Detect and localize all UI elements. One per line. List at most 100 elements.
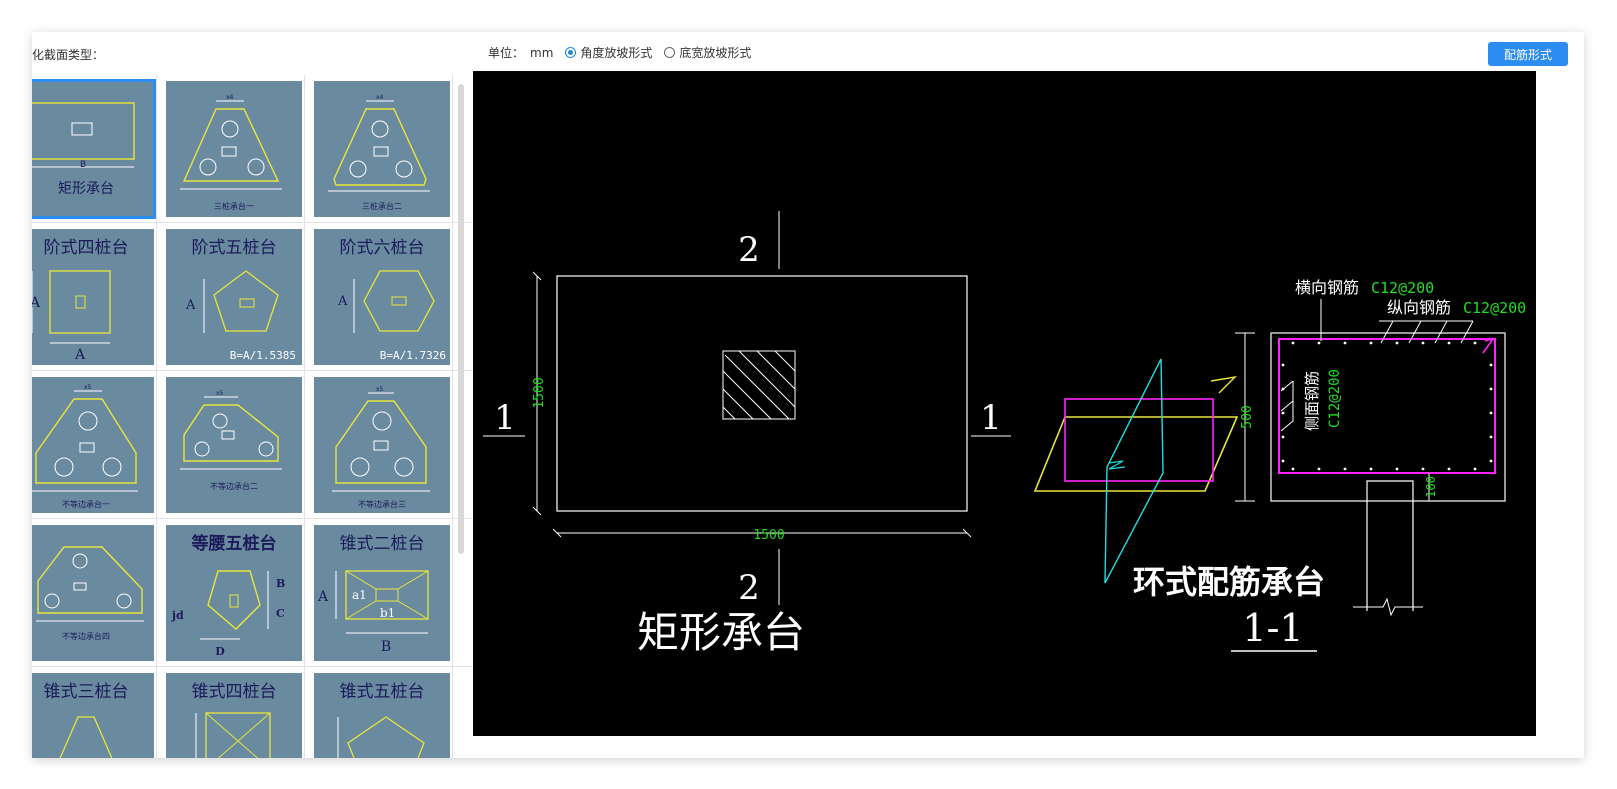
thumb-image: 等腰五桩台 B C jd D (166, 525, 302, 661)
grid-divider (32, 666, 472, 667)
section-type-grid: B 矩形承台 x4 三桩承台一 x4 三桩承台二 阶式四桩台 A A 阶式五桩台… (32, 75, 482, 758)
thumb-image: x4 三桩承台二 (314, 81, 450, 217)
column-outline (722, 350, 796, 420)
thumb-step6[interactable]: 阶式六桩台 A B=A/1.7326 (308, 223, 456, 371)
dim-label: x5 (376, 386, 384, 393)
dim-label: jd (171, 609, 184, 622)
cap-outline (37, 546, 143, 614)
option-angle-slope[interactable]: 角度放坡形式 (565, 44, 652, 61)
dim-label: B=A/1.5385 (230, 349, 296, 362)
pile-circle (212, 413, 228, 429)
rebar-form-button[interactable]: 配筋形式 (1488, 42, 1568, 66)
thumb-uneq4[interactable]: 不等边承台四 (32, 519, 160, 667)
thumb-tri2[interactable]: x4 三桩承台二 (308, 75, 456, 223)
cap-outline (207, 570, 261, 630)
thumb-image: B 矩形承台 (32, 79, 156, 219)
thumb-image: 阶式五桩台 A B=A/1.5385 (166, 229, 302, 365)
section-type-label: 化截面类型： (32, 48, 105, 62)
option-label: 底宽放坡形式 (679, 46, 752, 60)
option-base-width-slope[interactable]: 底宽放坡形式 (664, 44, 751, 61)
iso-hook (1210, 375, 1238, 394)
pile-circle (194, 441, 210, 457)
unit-bar: 单位： mm 角度放坡形式 底宽放坡形式 (488, 44, 751, 61)
column-mark (229, 594, 239, 608)
grid-divider (156, 75, 157, 758)
grid-scrollbar[interactable] (458, 84, 464, 554)
leader-line (1280, 380, 1294, 392)
column-mark (79, 442, 95, 453)
dim-label: b1 (380, 606, 395, 620)
column-mark (239, 298, 255, 308)
hatch-line (756, 350, 796, 390)
transverse-label: 横向钢筋 (1295, 278, 1359, 297)
dim-label: A (317, 589, 329, 605)
dim-label: x5 (216, 390, 224, 397)
rebar-hook (1482, 337, 1495, 354)
step4-diagram: 阶式四桩台 A A (32, 238, 129, 363)
unit-value: mm (530, 45, 554, 60)
dim-label: D (215, 645, 225, 658)
thumb-image: 阶式四桩台 A A (32, 229, 154, 365)
thumb-title: 锥式四桩台 (192, 682, 277, 702)
plan-height-dim: 1500 (532, 377, 547, 408)
column-mark (391, 296, 407, 306)
iso-hook (1108, 460, 1126, 470)
uneq1-diagram: x5 不等边承台一 (32, 384, 138, 509)
grid-divider (32, 518, 472, 519)
dim-label: A (74, 347, 86, 363)
thumb-cone4[interactable]: 锥式四桩台 (160, 667, 308, 758)
thumb-tri1[interactable]: x4 三桩承台一 (160, 75, 308, 223)
section-mark-bottom: 2 (738, 568, 760, 608)
thumb-uneq3[interactable]: x5 不等边承台三 (308, 371, 456, 519)
column-mark (221, 430, 235, 440)
radio-unselected-icon[interactable] (664, 47, 676, 58)
thumb-cone3[interactable]: 锥式三桩台 (32, 667, 160, 758)
iso-cyan-plane (1104, 358, 1164, 584)
thumb-rect[interactable]: B 矩形承台 (32, 75, 160, 223)
hatch-line (722, 388, 754, 420)
dim-label: x4 (376, 94, 384, 101)
section-editor-panel: 化截面类型： 单位： mm 角度放坡形式 底宽放坡形式 配筋形式 B 矩形承台 (32, 32, 1584, 758)
plan-title: 矩形承台 (637, 608, 805, 657)
thumb-title: 不等边承台四 (62, 631, 110, 641)
pile-circle (102, 457, 122, 477)
cap-outline (182, 108, 280, 182)
slope-line (345, 570, 377, 590)
transverse-value: C12@200 (1371, 279, 1434, 297)
iso-magenta-ring (1064, 398, 1214, 482)
thumb-image: x5 不等边承台一 (32, 377, 154, 513)
tri-cap-diagram: x4 三桩承台一 (180, 94, 282, 211)
step6-diagram: 阶式六桩台 A B=A/1.7326 (337, 238, 446, 362)
pile-circle (371, 120, 389, 138)
column-mark (373, 146, 389, 157)
side-label: 侧面钢筋 (1303, 371, 1321, 431)
unit-label: 单位： (488, 46, 525, 60)
pile-circle (349, 160, 367, 178)
dim-label: x5 (84, 384, 92, 391)
pile-circle (258, 441, 274, 457)
step5-diagram: 阶式五桩台 A B=A/1.5385 (185, 238, 296, 362)
thumb-title: 不等边承台一 (62, 499, 110, 509)
thumb-step5[interactable]: 阶式五桩台 A B=A/1.5385 (160, 223, 308, 371)
cad-drawing: 1500 1500 2 2 1 1 矩形承台 环式配筋承台 500 100 横向… (483, 211, 1526, 657)
thumb-cone5[interactable]: 锥式五桩台 (308, 667, 456, 758)
cone5-diagram: 锥式五桩台 (337, 682, 425, 758)
column-mark (73, 582, 87, 591)
thumb-image: 锥式二桩台 A a1 b1 B (314, 525, 450, 661)
slope-line (345, 600, 377, 620)
ring-title: 环式配筋承台 (1133, 563, 1325, 601)
hatch-line (774, 350, 796, 372)
radio-selected-icon[interactable] (565, 47, 577, 58)
thumb-step4[interactable]: 阶式四桩台 A A (32, 223, 160, 371)
option-label: 角度放坡形式 (580, 46, 653, 60)
thumb-cone2[interactable]: 锥式二桩台 A a1 b1 B (308, 519, 456, 667)
uneq2-diagram: x5 不等边承台二 (180, 390, 282, 491)
thumb-uneq1[interactable]: x5 不等边承台一 (32, 371, 160, 519)
pile-circle (116, 593, 132, 609)
thumb-iso5[interactable]: 等腰五桩台 B C jd D (160, 519, 308, 667)
thumb-image: 锥式五桩台 (314, 673, 450, 758)
cad-preview: 1500 1500 2 2 1 1 矩形承台 环式配筋承台 500 100 横向… (473, 71, 1536, 736)
slope-line (397, 600, 429, 620)
thumb-title: 阶式五桩台 (192, 238, 277, 258)
thumb-uneq2[interactable]: x5 不等边承台二 (160, 371, 308, 519)
